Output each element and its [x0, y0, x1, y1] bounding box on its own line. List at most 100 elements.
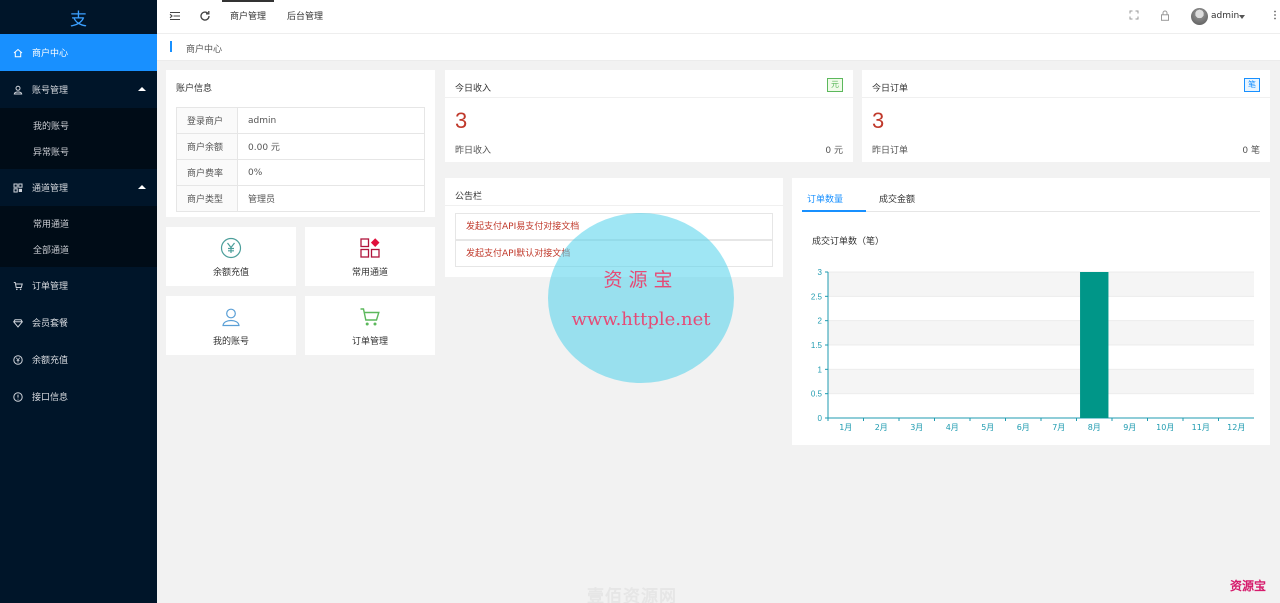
yesterday-value: 0 笔: [1242, 146, 1260, 156]
user-icon: [12, 85, 24, 95]
x-tick-label: 9月: [1123, 423, 1136, 432]
breadcrumb: 商户中心: [157, 34, 1280, 61]
sidebar-item-my-account[interactable]: 我的账号: [0, 112, 157, 139]
table-key: 商户类型: [176, 185, 238, 212]
sidebar-item-all-channel[interactable]: 全部通道: [0, 237, 157, 264]
divider: [445, 97, 853, 98]
table-value: admin: [237, 107, 425, 134]
x-tick-label: 4月: [946, 423, 959, 432]
avatar[interactable]: [1191, 8, 1208, 25]
breadcrumb-label[interactable]: 商户中心: [186, 42, 222, 55]
lock-icon[interactable]: [1160, 10, 1170, 24]
sidebar-item-label: 会员套餐: [32, 319, 69, 329]
order-chart-card: 订单数量 成交金额 成交订单数（笔） 0 0.5 1 1.5 2 2.5 3 1月 2月 3月 4月…: [792, 178, 1270, 445]
sidebar-item-order-management[interactable]: 订单管理: [0, 267, 157, 304]
unit-badge: 元: [827, 78, 843, 92]
info-circle-icon: [12, 391, 24, 402]
tab-backend-management[interactable]: 后台管理: [287, 0, 323, 34]
chart-grid-band: [828, 320, 1254, 345]
table-row: 登录商户 admin: [176, 107, 425, 134]
chevron-up-icon: [138, 87, 146, 91]
chevron-up-icon: [138, 185, 146, 189]
sidebar-item-channel-management[interactable]: 通道管理: [0, 169, 157, 206]
card-title: 今日收入: [455, 84, 492, 94]
sidebar-item-account-management[interactable]: 账号管理: [0, 71, 157, 108]
unit-badge: 笔: [1244, 78, 1260, 92]
x-tick-label: 2月: [875, 423, 888, 432]
table-row: 商户费率 0%: [176, 159, 425, 186]
cart-icon: [12, 281, 24, 291]
cart-icon: [360, 308, 380, 326]
sidebar-item-balance-recharge[interactable]: 余额充值: [0, 341, 157, 378]
card-title: 账户信息: [176, 84, 213, 94]
x-tick-label: 6月: [1017, 423, 1030, 432]
y-tick-label: 1: [818, 365, 823, 374]
refresh-icon[interactable]: [199, 10, 211, 25]
income-value: 3: [455, 108, 468, 133]
fullscreen-icon[interactable]: [1129, 10, 1139, 23]
today-orders-card: 今日订单 笔 3 昨日订单 0 笔: [862, 70, 1270, 162]
user-name[interactable]: admin: [1211, 11, 1239, 21]
sidebar-item-label: 订单管理: [32, 282, 69, 292]
table-row: 商户类型 管理员: [176, 185, 425, 212]
table-value: 0%: [237, 159, 425, 186]
watermark-circle: 资源宝 www.httple.net: [548, 213, 734, 383]
y-tick-label: 1.5: [811, 341, 823, 350]
quick-tile-recharge[interactable]: 余额充值: [166, 227, 296, 286]
watermark-text: 资源宝: [603, 269, 679, 291]
divider: [445, 205, 783, 206]
chart-grid-band: [828, 272, 1254, 297]
sidebar-item-common-channel[interactable]: 常用通道: [0, 210, 157, 237]
y-tick-label: 2: [818, 317, 823, 326]
sidebar-item-member-package[interactable]: 会员套餐: [0, 304, 157, 341]
quick-tile-label: 订单管理: [351, 337, 388, 347]
sidebar-item-merchant-center[interactable]: 商户中心: [0, 34, 157, 71]
grid-icon: [360, 238, 380, 258]
sidebar-item-api-info[interactable]: 接口信息: [0, 378, 157, 415]
account-info-card: 账户信息 登录商户 admin 商户余额 0.00 元 商户费率 0% 商户类型 管理员: [166, 70, 435, 217]
table-key: 商户费率: [176, 159, 238, 186]
x-tick-label: 10月: [1156, 423, 1174, 432]
y-tick-label: 0.5: [811, 390, 823, 399]
quick-tile-label: 我的账号: [212, 337, 249, 347]
table-row: 商户余额 0.00 元: [176, 133, 425, 160]
sidebar-item-label: 余额充值: [32, 356, 69, 366]
more-vertical-icon[interactable]: [1273, 10, 1277, 23]
sidebar: 支 商户中心 账号管理 我的账号 异常账号 通道管理 常用通道 全部通道 订单管…: [0, 0, 157, 603]
quick-tile-label: 余额充值: [212, 268, 249, 278]
user-icon: [222, 308, 240, 327]
corner-watermark: 资源宝: [1230, 579, 1267, 593]
quick-tile-common-channel[interactable]: 常用通道: [305, 227, 435, 286]
table-value: 管理员: [237, 185, 425, 212]
yen-circle-icon: [12, 354, 24, 365]
card-title: 今日订单: [872, 84, 909, 94]
table-key: 登录商户: [176, 107, 238, 134]
tab-merchant-management[interactable]: 商户管理: [221, 0, 275, 34]
y-tick-label: 0: [818, 414, 823, 423]
table-key: 商户余额: [176, 133, 238, 160]
quick-tile-my-account[interactable]: 我的账号: [166, 296, 296, 355]
table-value: 0.00 元: [237, 133, 425, 160]
yen-circle-icon: [220, 237, 242, 259]
sidebar-item-label: 接口信息: [32, 393, 69, 403]
top-header: 商户管理 后台管理 admin: [157, 0, 1280, 34]
chevron-down-icon[interactable]: [1239, 15, 1245, 19]
menu-fold-icon[interactable]: [169, 10, 181, 25]
sidebar-item-label: 账号管理: [32, 86, 69, 96]
quick-tile-order-management[interactable]: 订单管理: [305, 296, 435, 355]
orders-value: 3: [872, 108, 885, 133]
x-tick-label: 12月: [1227, 423, 1245, 432]
home-icon: [12, 48, 24, 58]
footer-watermark: 壹佰资源网: [587, 587, 677, 603]
sidebar-item-label: 商户中心: [32, 49, 69, 59]
x-tick-label: 11月: [1192, 423, 1210, 432]
yesterday-label: 昨日收入: [455, 146, 492, 156]
x-tick-label: 5月: [981, 423, 994, 432]
diamond-icon: [12, 318, 24, 328]
channel-icon: [12, 183, 24, 193]
sidebar-item-abnormal-account[interactable]: 异常账号: [0, 139, 157, 166]
x-tick-label: 7月: [1052, 423, 1065, 432]
breadcrumb-marker: [170, 41, 172, 52]
submenu-account: 我的账号 异常账号: [0, 108, 157, 169]
submenu-channel: 常用通道 全部通道: [0, 206, 157, 267]
